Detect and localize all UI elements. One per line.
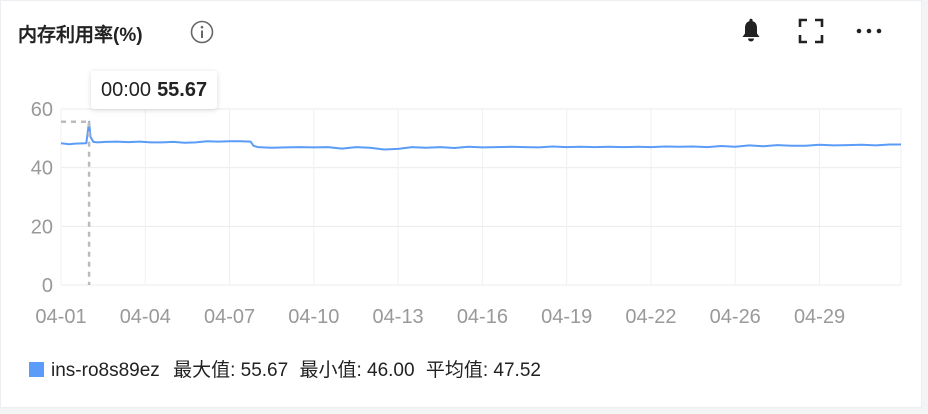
y-tick-label: 40 <box>31 158 53 180</box>
legend-avg-label: 平均值: <box>425 360 489 381</box>
x-tick-label: 04-22 <box>625 306 676 328</box>
x-tick-label: 04-13 <box>373 306 424 328</box>
legend-min-value: 46.00 <box>367 360 415 381</box>
tooltip-value: 55.67 <box>157 79 208 101</box>
legend-min-label: 最小值: <box>299 360 362 381</box>
y-tick-label: 60 <box>31 99 53 121</box>
tooltip-time: 00:00 <box>101 79 152 101</box>
x-tick-label: 04-07 <box>204 306 255 328</box>
legend-swatch[interactable] <box>29 362 44 377</box>
legend-max-label: 最大值: <box>173 360 236 381</box>
x-tick-label: 04-16 <box>457 306 508 328</box>
legend: ins-ro8s89ez 最大值: 55.67 最小值: 46.00 平均值: … <box>29 359 541 383</box>
x-tick-label: 04-26 <box>710 306 761 328</box>
line-chart: 0 20 40 60 04-01 04-04 04-07 04-10 04-13 04-16 04-… <box>31 99 902 328</box>
x-tick-label: 04-10 <box>288 306 339 328</box>
series-line <box>60 120 901 151</box>
legend-series-name[interactable]: ins-ro8s89ez <box>51 360 160 381</box>
legend-max-value: 55.67 <box>240 360 289 381</box>
y-tick-label: 0 <box>42 275 53 297</box>
x-tick-label: 04-04 <box>120 306 171 328</box>
memory-usage-panel: 内存利用率(%) 0 20 40 60 04-01 04-04 04-07 04-10 04-1… <box>0 0 922 408</box>
x-tick-label: 04-01 <box>35 306 86 328</box>
legend-avg-value: 47.52 <box>493 360 541 381</box>
hover-tooltip: 00:00 55.67 <box>91 71 218 109</box>
x-tick-label: 04-19 <box>541 306 592 328</box>
y-tick-label: 20 <box>31 216 53 238</box>
x-tick-label: 04-29 <box>794 306 845 328</box>
